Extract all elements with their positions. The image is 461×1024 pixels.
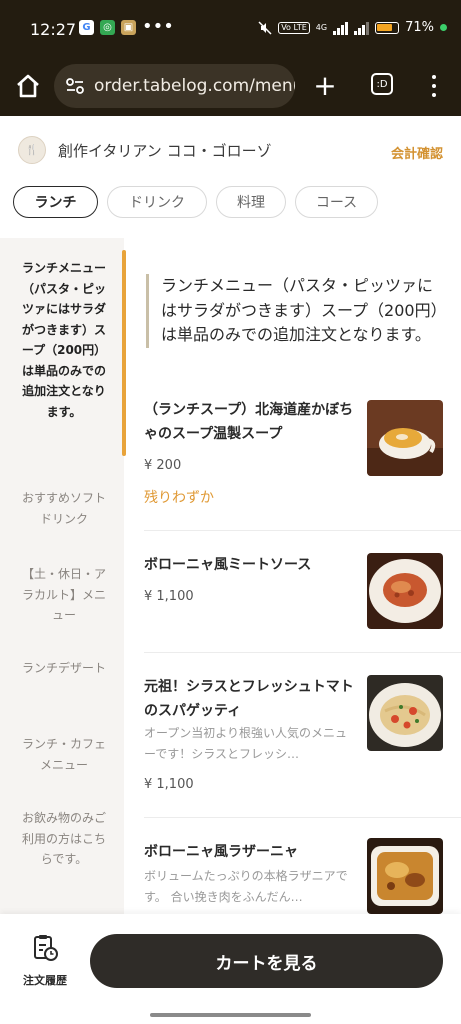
order-history-icon bbox=[34, 935, 58, 961]
menu-item[interactable]: （ランチスープ）北海道産かぼちゃのスープ温製スープ ¥ 200 残りわずか bbox=[126, 388, 461, 530]
sidebar-item-lunch-menu[interactable]: ランチメニュー（パスタ・ピッツァにはサラダがつきます）スープ（200円）は単品の… bbox=[0, 258, 124, 422]
privacy-dot-icon bbox=[440, 24, 447, 31]
system-indicators: Vo LTE 4G 71% bbox=[258, 20, 447, 35]
sidebar-item-drinks-only[interactable]: お飲み物のみご利用の方はこちらです。 bbox=[0, 808, 124, 870]
tab-lunch[interactable]: ランチ bbox=[13, 186, 98, 218]
signal-icon bbox=[333, 21, 349, 35]
order-history-label: 注文履歴 bbox=[23, 974, 67, 987]
lasagna-image bbox=[367, 838, 443, 914]
tab-course[interactable]: コース bbox=[295, 186, 378, 218]
notification-icons: G ◎ ▣ bbox=[79, 20, 136, 35]
google-photos-icon: ◎ bbox=[100, 20, 115, 35]
status-time: 12:27 bbox=[30, 20, 77, 39]
url-text: order.tabelog.com/menu bbox=[94, 76, 295, 96]
menu-item-name: （ランチスープ）北海道産かぼちゃのスープ温製スープ bbox=[144, 402, 354, 442]
view-cart-button[interactable]: カートを見る bbox=[90, 934, 443, 988]
battery-icon bbox=[375, 21, 400, 34]
volte-badge: Vo LTE bbox=[278, 21, 310, 34]
pumpkin-soup-image bbox=[367, 400, 443, 476]
menu-item[interactable]: ボローニャ風ラザーニャ ボリュームたっぷりの本格ラザニアです。 合い挽き肉をふん… bbox=[126, 818, 461, 914]
meat-sauce-pasta-image bbox=[367, 553, 443, 629]
signal-2-icon bbox=[354, 21, 370, 35]
home-icon[interactable] bbox=[14, 72, 42, 100]
restaurant-header: 🍴 創作イタリアン ココ・ゴローゾ 会計確認 bbox=[0, 116, 461, 186]
menu-item-name: 元祖！シラスとフレッシュトマトのスパゲッティ bbox=[144, 679, 354, 719]
mute-icon bbox=[258, 20, 272, 35]
checkout-link[interactable]: 会計確認 bbox=[391, 143, 443, 162]
address-bar[interactable]: order.tabelog.com/menu bbox=[54, 64, 295, 108]
tab-switcher-icon[interactable]: :D bbox=[371, 73, 393, 95]
google-g-icon: G bbox=[79, 20, 94, 35]
bottom-action-bar: 注文履歴 カートを見る bbox=[0, 914, 461, 1024]
low-stock-label: 残りわずか bbox=[144, 490, 214, 506]
status-bar: 12:27 G ◎ ▣ ••• Vo LTE 4G 71% bbox=[0, 0, 461, 58]
menu-item-price: ¥ 200 bbox=[144, 458, 182, 473]
tab-food[interactable]: 料理 bbox=[216, 186, 286, 218]
menu-list: ランチメニュー（パスタ・ピッツァにはサラダがつきます）スープ（200円）は単品の… bbox=[126, 238, 461, 914]
order-history-button[interactable]: 注文履歴 bbox=[14, 934, 76, 994]
shirasu-spaghetti-image bbox=[367, 675, 443, 751]
menu-item[interactable]: 元祖！シラスとフレッシュトマトのスパゲッティ オープン当初より根強い人気のメニュ… bbox=[126, 653, 461, 817]
battery-percent: 71% bbox=[405, 20, 434, 35]
sidebar-item-cafe-menu[interactable]: ランチ・カフェメニュー bbox=[0, 734, 124, 775]
grocery-app-icon: ▣ bbox=[121, 20, 136, 35]
tab-drink[interactable]: ドリンク bbox=[107, 186, 207, 218]
menu-item-price: ¥ 1,100 bbox=[144, 589, 194, 604]
menu-item-description: ボリュームたっぷりの本格ラザニアです。 合い挽き肉をふんだん… bbox=[144, 869, 348, 904]
category-sidebar: ランチメニュー（パスタ・ピッツァにはサラダがつきます）スープ（200円）は単品の… bbox=[0, 238, 124, 914]
network-type: 4G bbox=[315, 23, 328, 32]
restaurant-name: 創作イタリアン ココ・ゴローゾ bbox=[58, 142, 272, 160]
site-settings-icon[interactable] bbox=[64, 75, 86, 97]
restaurant-logo: 🍴 bbox=[18, 136, 46, 164]
browser-menu-icon[interactable] bbox=[424, 72, 444, 100]
new-tab-icon[interactable]: + bbox=[312, 72, 338, 100]
sidebar-item-soft-drinks[interactable]: おすすめソフトドリンク bbox=[0, 488, 124, 529]
category-tabs: ランチ ドリンク 料理 コース bbox=[0, 186, 461, 238]
sidebar-item-weekend-menu[interactable]: 【土・休日・アラカルト】メニュー bbox=[0, 564, 124, 626]
menu-item-price: ¥ 1,100 bbox=[144, 777, 194, 792]
menu-item-name: ボローニャ風ラザーニャ bbox=[144, 844, 298, 860]
menu-item-description: オープン当初より根強い人気のメニューです！シラスとフレッシ… bbox=[144, 726, 348, 761]
gesture-home-indicator[interactable] bbox=[150, 1013, 311, 1017]
menu-item[interactable]: ボローニャ風ミートソース ¥ 1,100 bbox=[126, 531, 461, 653]
more-notifications-icon: ••• bbox=[142, 16, 174, 37]
sidebar-item-lunch-dessert[interactable]: ランチデザート bbox=[0, 658, 124, 679]
section-title: ランチメニュー（パスタ・ピッツァにはサラダがつきます）スープ（200円）は単品の… bbox=[146, 274, 442, 348]
menu-item-name: ボローニャ風ミートソース bbox=[144, 557, 312, 573]
browser-toolbar: order.tabelog.com/menu + :D bbox=[0, 58, 461, 116]
